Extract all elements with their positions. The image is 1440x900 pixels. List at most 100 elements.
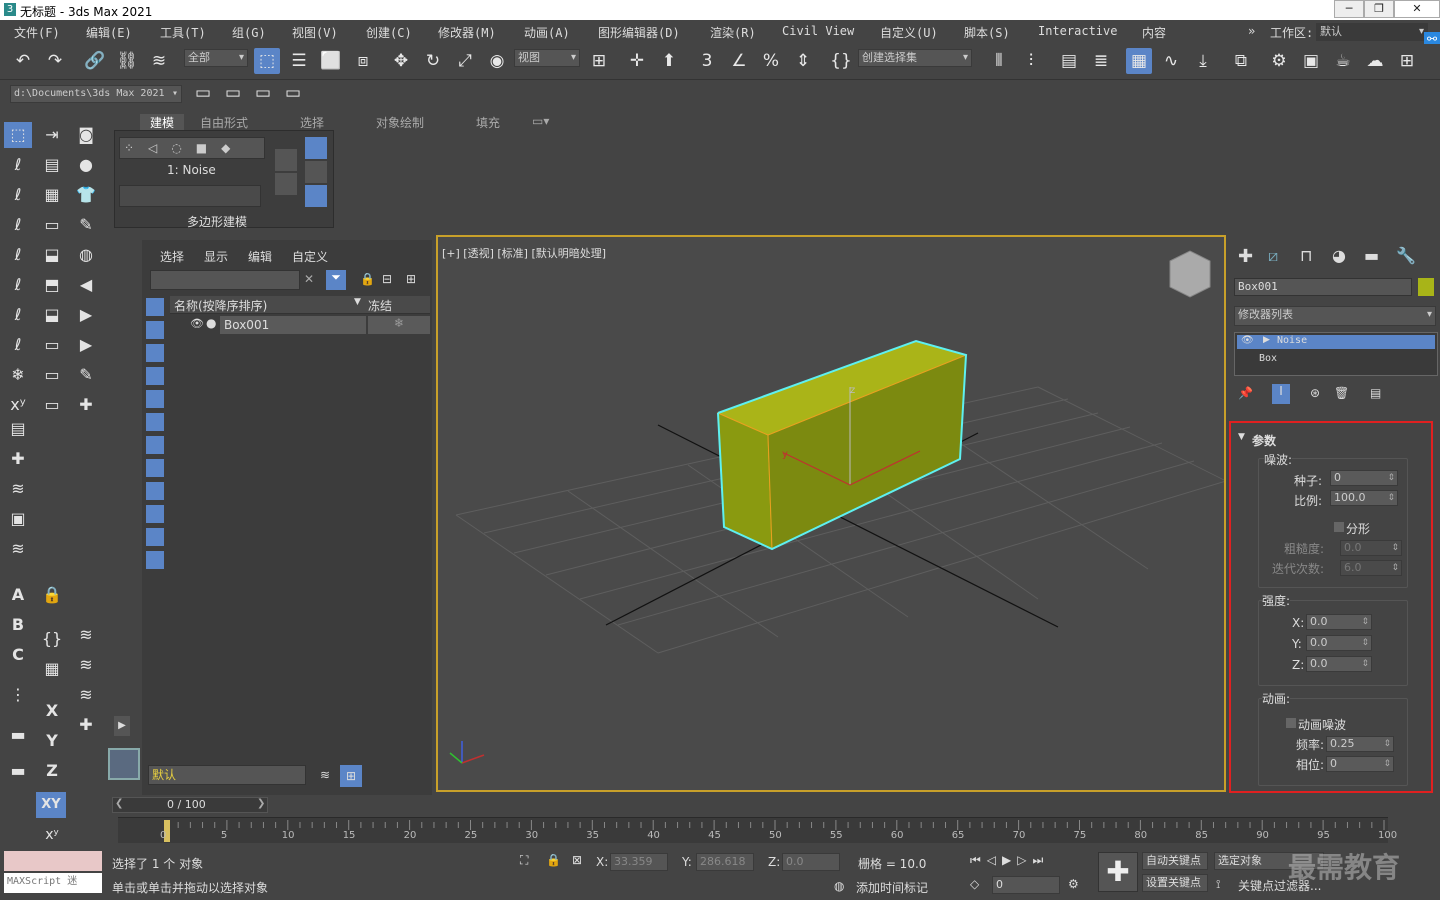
x-coord-field[interactable]: 33.359 bbox=[610, 853, 668, 871]
filter-xrefs-icon[interactable] bbox=[146, 459, 164, 477]
menu-customize[interactable]: 自定义(U) bbox=[880, 24, 938, 41]
filter-icon[interactable]: ⏷ bbox=[326, 270, 346, 290]
braces-icon[interactable]: {} bbox=[38, 626, 66, 652]
stack2-icon[interactable]: ≋ bbox=[72, 652, 100, 678]
tab-populate[interactable]: 填充 bbox=[476, 114, 500, 131]
show-end-result-icon[interactable]: Ⅰ bbox=[1272, 384, 1290, 404]
key-mode-icon[interactable]: ◇ bbox=[970, 877, 979, 891]
layer-stack-icon[interactable]: ≋ bbox=[320, 768, 330, 782]
filter-frozen-icon[interactable] bbox=[146, 528, 164, 546]
filter-cameras-icon[interactable] bbox=[146, 367, 164, 385]
tool-h-icon[interactable]: ⬓ bbox=[38, 302, 66, 328]
ribbon-toggle-icon[interactable]: ▦ bbox=[1126, 48, 1152, 74]
rendered-frame-icon[interactable]: ▣ bbox=[1298, 48, 1324, 74]
expand-arrow-icon[interactable]: ▶ bbox=[1263, 335, 1270, 345]
object-name-cell[interactable]: Box001 bbox=[220, 316, 366, 334]
keyboard-shortcut-icon[interactable]: ⬆ bbox=[656, 48, 682, 74]
z-axis-icon[interactable]: Z bbox=[38, 758, 66, 784]
layers-stack-icon[interactable]: ≋ bbox=[4, 476, 32, 502]
tool-f-icon[interactable]: ⬒ bbox=[38, 272, 66, 298]
move-icon[interactable]: ✥ bbox=[388, 48, 414, 74]
named-selection-dropdown[interactable]: 创建选择集 bbox=[858, 49, 972, 67]
menu-tools[interactable]: 工具(T) bbox=[160, 24, 206, 41]
create-icon[interactable]: ▤ bbox=[38, 152, 66, 178]
layer-explorer-icon[interactable]: ▤ bbox=[1056, 48, 1082, 74]
lasso-icon[interactable]: ℓ bbox=[4, 152, 32, 178]
render-iterative-icon[interactable]: ☁ bbox=[1362, 48, 1388, 74]
stack-icon[interactable]: ≋ bbox=[72, 622, 100, 648]
ruler2-icon[interactable]: ▬ bbox=[4, 758, 32, 784]
menu-animation[interactable]: 动画(A) bbox=[524, 24, 570, 41]
modifier-list-dropdown[interactable]: 修改器列表 bbox=[1234, 306, 1436, 326]
object-name-field[interactable]: Box001 bbox=[1234, 278, 1412, 296]
motion-panel-icon[interactable]: ◕ bbox=[1332, 246, 1346, 265]
hierarchy-icon[interactable]: ⊟ bbox=[382, 272, 392, 286]
tool-i-icon[interactable]: ℓ bbox=[4, 332, 32, 358]
selection-lock-icon[interactable]: 🔒 bbox=[546, 853, 561, 867]
transform-mode-icon[interactable]: ⊠ bbox=[572, 853, 582, 867]
filter-lights-icon[interactable] bbox=[146, 344, 164, 362]
add-icon[interactable]: ✚ bbox=[72, 712, 100, 738]
freeze-snowflake-icon[interactable]: ❄ bbox=[368, 316, 430, 334]
scene-menu-select[interactable]: 选择 bbox=[160, 248, 184, 265]
object-color-swatch[interactable] bbox=[1418, 278, 1434, 296]
stack-box-label[interactable]: Box bbox=[1259, 353, 1277, 364]
play-icon[interactable]: ▶ bbox=[72, 302, 100, 328]
snaps-toggle-icon[interactable]: 3 bbox=[694, 48, 720, 74]
globe-icon[interactable]: ◍ bbox=[72, 242, 100, 268]
scale-icon[interactable]: ⤢ bbox=[452, 48, 478, 74]
utilities-panel-icon[interactable]: 🔧 bbox=[1396, 246, 1416, 265]
menu-civil-view[interactable]: Civil View bbox=[782, 24, 854, 38]
paint-select-icon[interactable]: ℓ bbox=[4, 182, 32, 208]
audio-icon[interactable]: ◀ bbox=[72, 272, 100, 298]
set-key-icon[interactable]: ✚ bbox=[1098, 852, 1138, 892]
select-box-icon[interactable]: ▣ bbox=[4, 506, 32, 532]
tool-g-icon[interactable]: ℓ bbox=[4, 302, 32, 328]
configure-sets-icon[interactable]: ▤ bbox=[1370, 386, 1381, 400]
tool-b-icon[interactable]: ▭ bbox=[38, 212, 66, 238]
film-icon[interactable]: ▶ bbox=[72, 332, 100, 358]
time-next-icon[interactable]: ❯ bbox=[257, 798, 265, 809]
snowflake-icon[interactable]: ❄ bbox=[4, 362, 32, 388]
edit-named-sets-icon[interactable]: {} bbox=[828, 48, 854, 74]
project-layout-icon[interactable]: ▭ bbox=[280, 80, 306, 106]
display-panel-icon[interactable]: ▬ bbox=[1364, 246, 1379, 265]
minimize-button[interactable]: ─ bbox=[1334, 0, 1364, 18]
unlink-icon[interactable]: ⛓ bbox=[114, 48, 140, 74]
subobject-buttons[interactable]: ⁘◁◌■◆ bbox=[119, 137, 265, 159]
tool-j-icon[interactable]: ▭ bbox=[38, 332, 66, 358]
placement-icon[interactable]: ◉ bbox=[484, 48, 510, 74]
table-icon[interactable]: ▦ bbox=[38, 182, 66, 208]
layer-hierarchy-icon[interactable]: ⊞ bbox=[340, 765, 362, 787]
eye-icon[interactable]: 👁 bbox=[1241, 335, 1254, 346]
stack-item-noise[interactable]: 👁 ▶ Noise bbox=[1237, 335, 1435, 349]
menu-graph-editors[interactable]: 图形编辑器(D) bbox=[598, 24, 680, 41]
eye-icon[interactable]: 👁 bbox=[190, 317, 204, 330]
hierarchy-panel-icon[interactable]: ⊓ bbox=[1300, 246, 1312, 265]
filter-helpers-icon[interactable] bbox=[146, 390, 164, 408]
ribbon-tool-5[interactable] bbox=[305, 185, 327, 207]
angle-snap-icon[interactable]: ∠ bbox=[726, 48, 752, 74]
menu-rendering[interactable]: 渲染(R) bbox=[710, 24, 756, 41]
tab-modeling[interactable]: 建模 bbox=[140, 114, 185, 131]
menu-scripting[interactable]: 脚本(S) bbox=[964, 24, 1010, 41]
filter-groups-icon[interactable] bbox=[146, 436, 164, 454]
viewport-layout-icon[interactable] bbox=[108, 748, 140, 780]
menu-group[interactable]: 组(G) bbox=[232, 24, 266, 41]
filter-bones-icon[interactable] bbox=[146, 482, 164, 500]
scene-menu-customize[interactable]: 自定义 bbox=[292, 248, 328, 265]
ribbon-tool-3[interactable] bbox=[305, 137, 327, 159]
expand-panel-icon[interactable]: ▶ bbox=[114, 716, 130, 736]
stack3-icon[interactable]: ≋ bbox=[72, 682, 100, 708]
isolate-icon[interactable]: ⛶ bbox=[520, 853, 528, 868]
tool-c-icon[interactable]: ℓ bbox=[4, 242, 32, 268]
dots-icon[interactable]: ⋮ bbox=[4, 682, 32, 708]
rect-selection-icon[interactable]: ⬜ bbox=[318, 48, 344, 74]
redo-icon[interactable]: ↷ bbox=[42, 48, 68, 74]
selection-filter-dropdown[interactable]: 全部 bbox=[184, 49, 248, 67]
filter-spacewarps-icon[interactable] bbox=[146, 413, 164, 431]
a-icon[interactable]: A bbox=[4, 582, 32, 608]
spinner-snap-icon[interactable]: ⇕ bbox=[790, 48, 816, 74]
align-icon[interactable]: ⫶ bbox=[1018, 48, 1044, 74]
set-key-button[interactable]: 设置关键点 bbox=[1142, 874, 1208, 892]
